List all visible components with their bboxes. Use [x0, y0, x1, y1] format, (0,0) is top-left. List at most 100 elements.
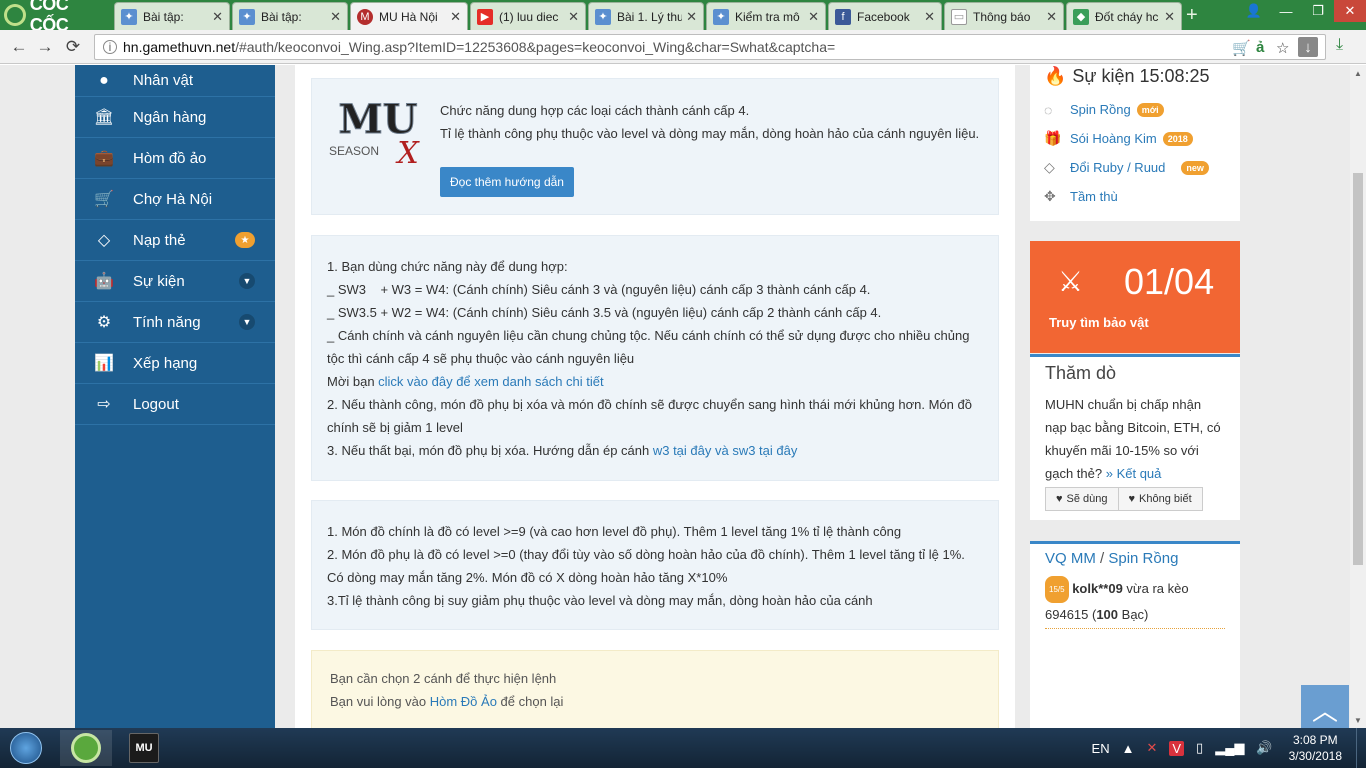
- gem-icon: ◇: [1044, 159, 1055, 175]
- browser-tab-strip: CỐC CỐC ✦ Bài tập: ✕ ✦ Bài tập: ✕ M MU Hà Nội…: [0, 0, 1366, 35]
- maximize-icon[interactable]: ❐: [1302, 0, 1334, 22]
- close-icon[interactable]: ✕: [1046, 9, 1057, 25]
- cogs-icon: ⚙: [96, 314, 112, 331]
- event-item[interactable]: ◌ Spin Rồng mới: [1044, 95, 1226, 124]
- gift-icon: 🎁: [1044, 130, 1062, 146]
- vertical-scrollbar[interactable]: ▲ ▼: [1350, 65, 1366, 728]
- downloads-icon[interactable]: ⤓: [1336, 36, 1343, 54]
- scrollbar-thumb[interactable]: [1353, 173, 1363, 565]
- language-indicator[interactable]: EN: [1092, 741, 1110, 756]
- site-favicon-icon: ✦: [239, 8, 255, 25]
- browser-tab[interactable]: ✦ Bài 1. Lý thu ✕: [588, 2, 704, 30]
- sidebar-item-virtual-chest[interactable]: 💼 Hòm đồ ảo: [75, 138, 275, 179]
- close-icon[interactable]: ✕: [568, 9, 579, 25]
- sidebar-item-market[interactable]: 🛒 Chợ Hà Nội: [75, 179, 275, 220]
- virtual-chest-link[interactable]: Hòm Đồ Ảo: [430, 694, 497, 709]
- page-info-icon[interactable]: i: [103, 40, 117, 54]
- back-icon[interactable]: ←: [8, 36, 30, 58]
- coccoc-logo[interactable]: CỐC CỐC: [0, 0, 110, 35]
- scroll-to-top-button[interactable]: ︿: [1301, 685, 1349, 728]
- translate-icon[interactable]: ả: [1256, 39, 1264, 56]
- close-icon[interactable]: ✕: [924, 9, 935, 25]
- account-icon[interactable]: 👤: [1238, 0, 1270, 22]
- browser-tab[interactable]: ▭ Thông báo ✕: [944, 2, 1064, 30]
- conditions-panel: 1. Món đồ chính là đồ có level >=9 (và c…: [311, 500, 999, 630]
- browser-tab[interactable]: ✦ Bài tập: ✕: [114, 2, 230, 30]
- close-window-icon[interactable]: ✕: [1334, 0, 1366, 22]
- download-arrow-icon[interactable]: ↓: [1298, 37, 1318, 57]
- bookmark-star-icon[interactable]: ☆: [1276, 39, 1289, 57]
- browser-tab[interactable]: f Facebook ✕: [828, 2, 942, 30]
- close-icon[interactable]: ✕: [808, 9, 819, 25]
- spinner-icon: ◌: [1044, 101, 1053, 118]
- event-item[interactable]: 🎁 Sói Hoàng Kim 2018: [1044, 124, 1226, 153]
- mu-game-icon: MU: [129, 733, 159, 763]
- poll-yes-button[interactable]: ♥ Sẽ dùng: [1045, 487, 1119, 511]
- lucky-wheel-link[interactable]: VQ MM: [1045, 550, 1096, 567]
- show-desktop-button[interactable]: [1356, 728, 1366, 768]
- youtube-icon: ▶: [477, 8, 493, 25]
- reload-icon[interactable]: ⟳: [62, 36, 84, 58]
- browser-tab[interactable]: ✦ Kiểm tra mô ✕: [706, 2, 826, 30]
- taskbar-mu-game[interactable]: MU: [118, 730, 170, 766]
- bank-icon: 🏛: [93, 109, 115, 126]
- sidebar-item-features[interactable]: ⚙ Tính năng ▼: [75, 302, 275, 343]
- taskbar-coccoc[interactable]: [60, 730, 112, 766]
- facebook-icon: f: [835, 8, 851, 25]
- url-field[interactable]: i hn.gamethuvn.net/#auth/keoconvoi_Wing.…: [94, 34, 1326, 60]
- browser-tab[interactable]: ◆ Đốt cháy hc ✕: [1066, 2, 1182, 30]
- browser-tab[interactable]: ✦ Bài tập: ✕: [232, 2, 348, 30]
- read-guide-button[interactable]: Đọc thêm hướng dẫn: [440, 167, 574, 197]
- forward-icon[interactable]: →: [34, 36, 56, 58]
- sidebar-item-character[interactable]: ● Nhân vật: [75, 65, 275, 97]
- diamond-icon: ◇: [97, 232, 111, 249]
- sidebar-item-logout[interactable]: ⇨ Logout: [75, 384, 275, 425]
- volume-icon[interactable]: 🔊: [1256, 740, 1272, 756]
- network-warning-icon[interactable]: ✕: [1146, 740, 1157, 756]
- sidebar-item-events[interactable]: 🤖 Sự kiện ▼: [75, 261, 275, 302]
- windows-taskbar: MU EN ▲ ✕ V ▯ ▂▄▆ 🔊 3:08 PM 3/30/2018: [0, 728, 1366, 768]
- system-clock[interactable]: 3:08 PM 3/30/2018: [1289, 732, 1342, 764]
- shopping-cart-icon[interactable]: 🛒: [1232, 39, 1251, 57]
- sidebar-item-ranking[interactable]: 📊 Xếp hạng: [75, 343, 275, 384]
- signal-icon[interactable]: ▂▄▆: [1215, 740, 1244, 756]
- scroll-down-icon[interactable]: ▼: [1350, 712, 1366, 728]
- svg-text:X: X: [395, 136, 420, 169]
- browser-tab-active[interactable]: M MU Hà Nội ✕: [350, 2, 468, 30]
- tray-expand-icon[interactable]: ▲: [1122, 741, 1135, 756]
- page-viewport: ● Nhân vật 🏛 Ngân hàng 💼 Hòm đồ ảo 🛒 Chợ…: [0, 65, 1350, 728]
- minimize-icon[interactable]: —: [1270, 0, 1302, 22]
- battery-icon[interactable]: ▯: [1196, 740, 1203, 756]
- sidebar-item-top-up[interactable]: ◇ Nạp thẻ ★: [75, 220, 275, 261]
- level-badge: 15/5: [1045, 576, 1069, 603]
- poll-result-link[interactable]: » Kết quả: [1106, 466, 1162, 481]
- wing-guide-link[interactable]: w3 tại đây và sw3 tại đây: [653, 443, 798, 458]
- detail-list-link[interactable]: click vào đây để xem danh sách chi tiết: [378, 374, 603, 389]
- event-item[interactable]: ✥ Tầm thù: [1044, 182, 1226, 211]
- browser-tab[interactable]: ▶ (1) luu diec ✕: [470, 2, 586, 30]
- close-icon[interactable]: ✕: [1164, 9, 1175, 25]
- close-icon[interactable]: ✕: [450, 9, 461, 25]
- vivaldi-icon[interactable]: V: [1169, 740, 1185, 756]
- intro-text: Chức năng dung hợp các loại cách thành c…: [440, 103, 980, 141]
- start-button[interactable]: [6, 730, 46, 766]
- scroll-up-icon[interactable]: ▲: [1350, 65, 1366, 81]
- poll-no-button[interactable]: ♥ Không biết: [1118, 487, 1203, 511]
- chevron-down-icon[interactable]: ▼: [239, 273, 255, 289]
- coccoc-app-icon: [71, 733, 101, 763]
- system-tray: EN ▲ ✕ V ▯ ▂▄▆ 🔊 3:08 PM 3/30/2018: [1086, 728, 1366, 768]
- windows-logo-icon: [10, 732, 42, 764]
- close-icon[interactable]: ✕: [212, 9, 223, 25]
- sidebar-menu: ● Nhân vật 🏛 Ngân hàng 💼 Hòm đồ ảo 🛒 Chợ…: [75, 65, 275, 728]
- close-icon[interactable]: ✕: [330, 9, 341, 25]
- new-tab-icon[interactable]: +: [1186, 4, 1198, 27]
- mu-season-x-logo: MU SEASON X: [328, 93, 428, 172]
- treasure-hunt-card[interactable]: ⚔ 01/04 Truy tìm bảo vật: [1030, 241, 1240, 353]
- sidebar-item-bank[interactable]: 🏛 Ngân hàng: [75, 97, 275, 138]
- new-badge: new: [1181, 160, 1209, 175]
- briefcase-icon: 💼: [94, 150, 114, 167]
- chevron-down-icon[interactable]: ▼: [239, 314, 255, 330]
- event-item[interactable]: ◇ Đổi Ruby / Ruud new: [1044, 153, 1226, 182]
- spin-dragon-link[interactable]: Spin Rồng: [1108, 550, 1178, 567]
- close-icon[interactable]: ✕: [686, 9, 697, 25]
